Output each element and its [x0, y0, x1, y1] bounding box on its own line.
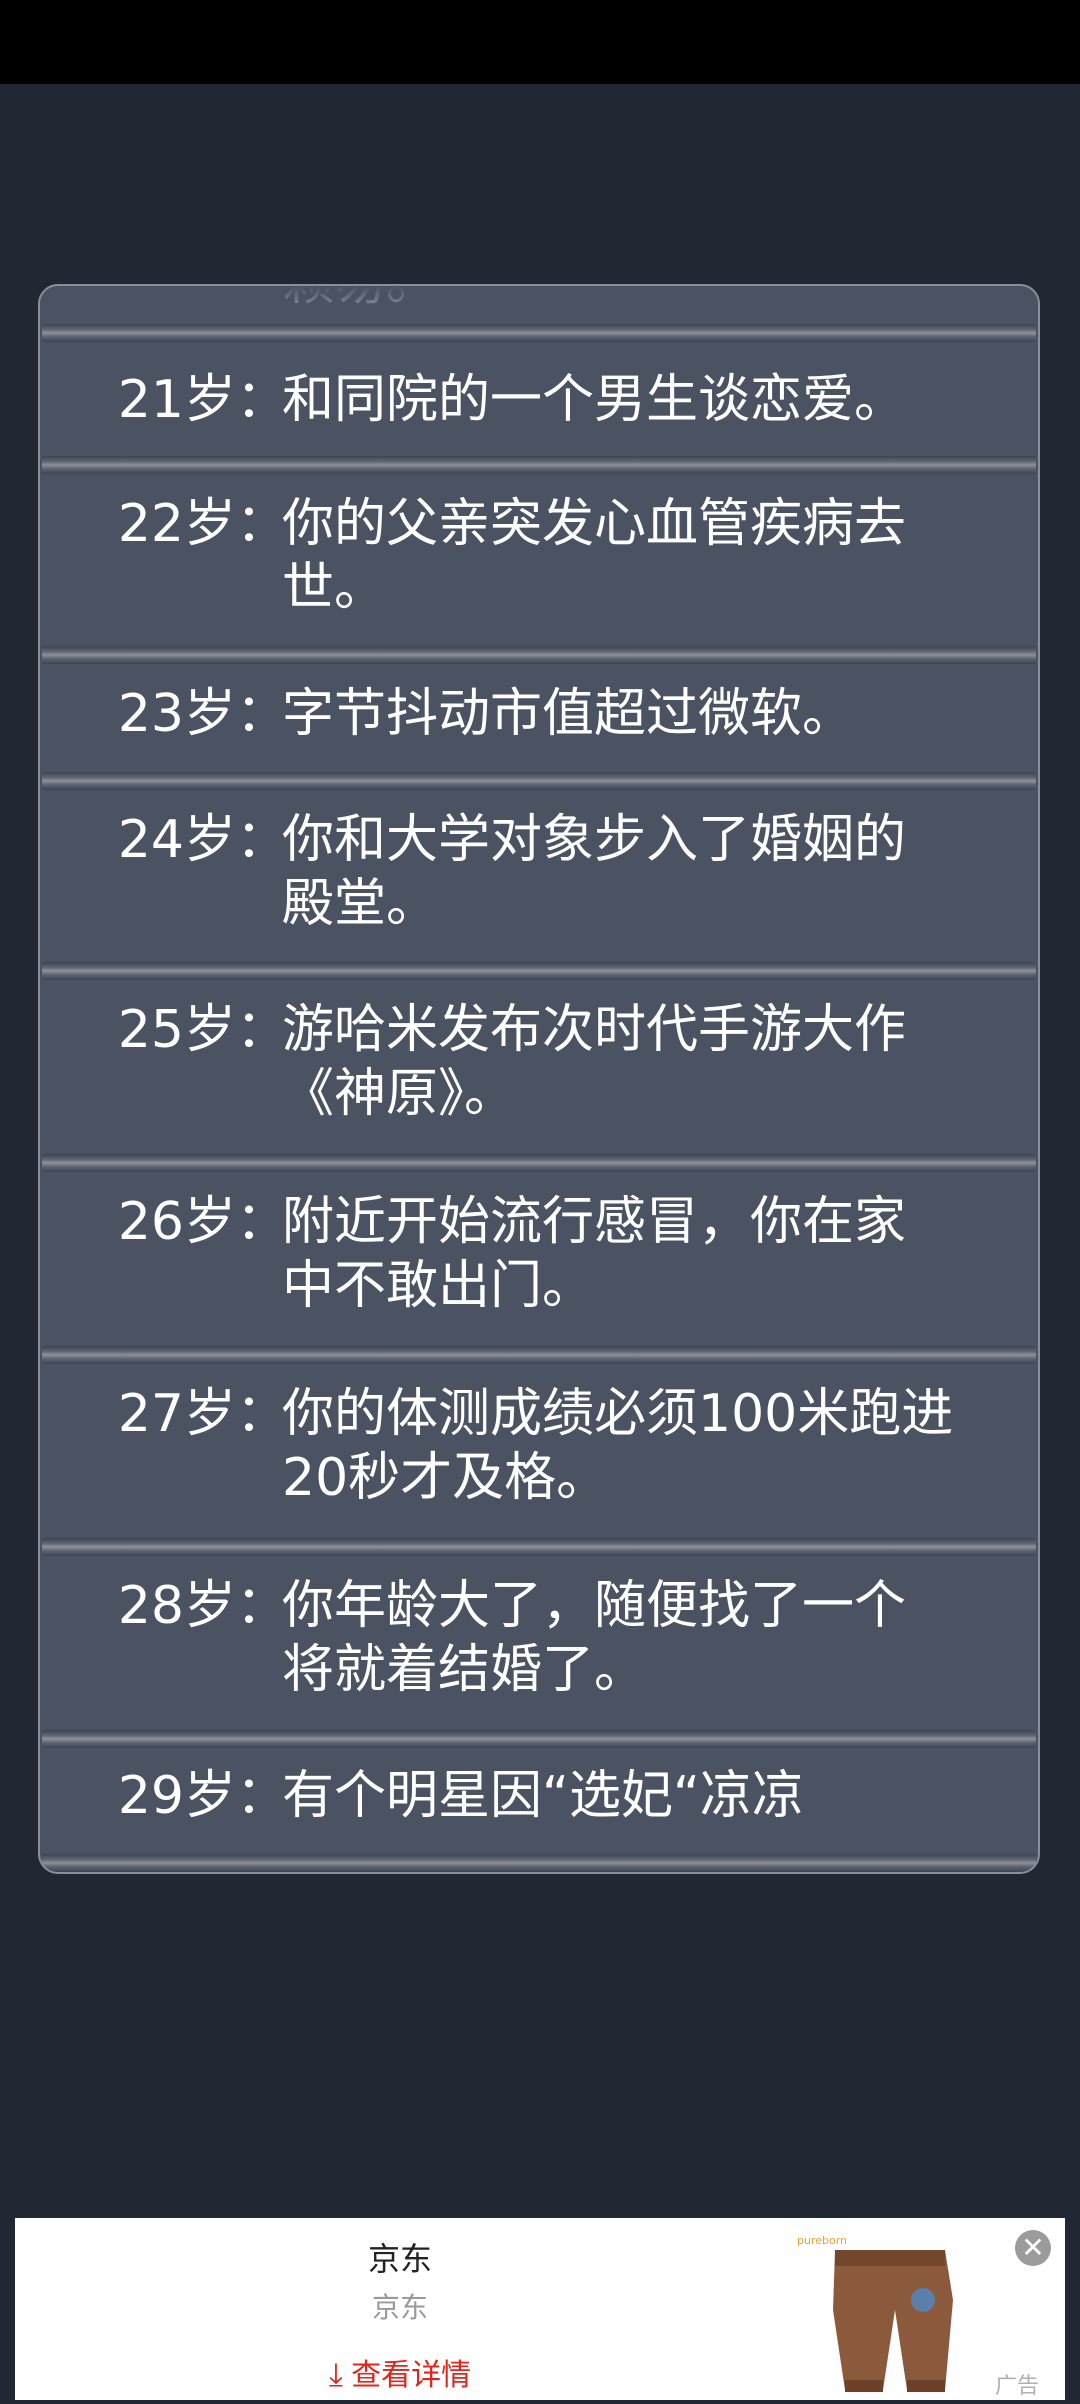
- divider: [42, 456, 1036, 474]
- event-text: 字节抖动市值超过微软。: [282, 682, 1002, 746]
- event-line: 中不敢出门。: [282, 1256, 595, 1316]
- event-line: 将就着结婚了。: [282, 1640, 647, 1700]
- event-line: 20秒才及格。: [282, 1448, 609, 1508]
- event-line: 和同院的一个男生谈恋爱。: [282, 370, 907, 430]
- event-line: 《神原》。: [282, 1064, 517, 1124]
- divider: [42, 646, 1036, 664]
- scroll-fade: [40, 286, 1038, 326]
- event-line: 附近开始流行感冒，你在家: [282, 1192, 907, 1252]
- divider: [42, 1538, 1036, 1556]
- divider: [42, 1154, 1036, 1172]
- age-label: 29岁：: [117, 1766, 288, 1826]
- age-label: 25岁：: [117, 1000, 288, 1060]
- ad-subtitle: 京东: [371, 2291, 428, 2324]
- age-label: 28岁：: [117, 1576, 288, 1636]
- age-label: 22岁：: [117, 494, 288, 554]
- divider: [42, 324, 1036, 342]
- event-line: 你和大学对象步入了婚姻的: [282, 810, 907, 870]
- ad-banner[interactable]: 京东 京东 ⤓ 查看详情 pureborn ✕ 广告: [15, 2218, 1065, 2400]
- age-label: 26岁：: [117, 1192, 288, 1252]
- event-line: 有个明星因“选妃“凉凉: [282, 1766, 804, 1826]
- event-line: 你的体测成绩必须100米跑进: [282, 1384, 954, 1444]
- ad-title[interactable]: 京东: [15, 2234, 785, 2280]
- age-label: 24岁：: [117, 810, 288, 870]
- event-text: 附近开始流行感冒，你在家 中不敢出门。: [282, 1190, 1002, 1318]
- age-label: 23岁：: [117, 684, 288, 744]
- ad-product-image[interactable]: pureborn: [795, 2230, 995, 2400]
- event-line: 世。: [282, 558, 387, 618]
- event-text: 和同院的一个男生谈恋爱。: [282, 368, 1002, 432]
- event-line: 殿堂。: [282, 874, 439, 934]
- event-text: 你和大学对象步入了婚姻的 殿堂。: [282, 808, 1002, 936]
- event-text: 游哈米发布次时代手游大作 《神原》。: [282, 998, 1002, 1126]
- event-text: 你的体测成绩必须100米跑进 20秒才及格。: [282, 1382, 1002, 1510]
- download-arrow-icon: ⤓: [328, 2355, 344, 2393]
- view-details-label: 查看详情: [351, 2358, 472, 2393]
- event-line: 你年龄大了，随便找了一个: [282, 1576, 907, 1636]
- ad-label: 广告: [995, 2374, 1040, 2399]
- age-label: 27岁：: [117, 1384, 288, 1444]
- divider: [42, 772, 1036, 790]
- event-text: 有个明星因“选妃“凉凉: [282, 1764, 1002, 1828]
- divider: [42, 1730, 1036, 1748]
- event-text: 你的父亲突发心血管疾病去 世。: [282, 492, 1002, 620]
- view-details-link[interactable]: ⤓ 查看详情: [15, 2350, 785, 2394]
- divider: [42, 962, 1036, 980]
- status-bar: [0, 0, 1080, 84]
- age-label: 21岁：: [117, 370, 288, 430]
- divider: [42, 1346, 1036, 1364]
- close-icon[interactable]: ✕: [1015, 2230, 1051, 2266]
- event-text: 你年龄大了，随便找了一个 将就着结婚了。: [282, 1574, 1002, 1702]
- pants-image-icon: pureborn: [797, 2234, 953, 2392]
- divider: [42, 1854, 1036, 1872]
- life-events-panel[interactable]: 赖易。 21岁： 和同院的一个男生谈恋爱。 22岁： 你的父亲突发心血管疾病去 …: [38, 284, 1040, 1874]
- event-line: 游哈米发布次时代手游大作: [282, 1000, 907, 1060]
- event-line: 字节抖动市值超过微软。: [282, 684, 855, 744]
- ad-image-brand: pureborn: [797, 2234, 847, 2247]
- event-line: 你的父亲突发心血管疾病去: [282, 494, 907, 554]
